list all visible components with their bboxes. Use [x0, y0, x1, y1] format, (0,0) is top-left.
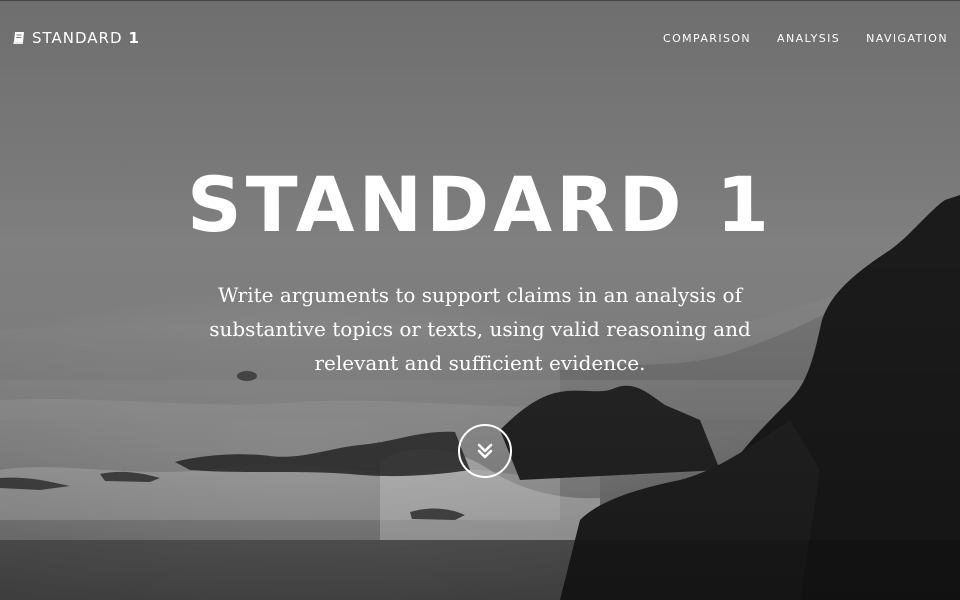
nav-link-analysis[interactable]: ANALYSIS: [777, 32, 840, 45]
double-chevron-down-icon: [474, 440, 496, 462]
brand-name: STANDARD: [32, 29, 123, 47]
scroll-down-button[interactable]: [458, 424, 512, 478]
nav-link-navigation[interactable]: NAVIGATION: [866, 32, 948, 45]
top-navbar: STANDARD 1 COMPARISON ANALYSIS NAVIGATIO…: [0, 0, 960, 76]
hero-title: STANDARD 1: [187, 160, 773, 249]
nav-link-comparison[interactable]: COMPARISON: [663, 32, 751, 45]
nav-links: COMPARISON ANALYSIS NAVIGATION: [663, 32, 948, 45]
hero-subtitle: Write arguments to support claims in an …: [209, 283, 751, 375]
brand-logo-link[interactable]: STANDARD 1: [12, 29, 140, 47]
brand-number: 1: [128, 29, 140, 47]
book-icon: [12, 31, 26, 45]
hero-section: STANDARD 1 COMPARISON ANALYSIS NAVIGATIO…: [0, 0, 960, 600]
